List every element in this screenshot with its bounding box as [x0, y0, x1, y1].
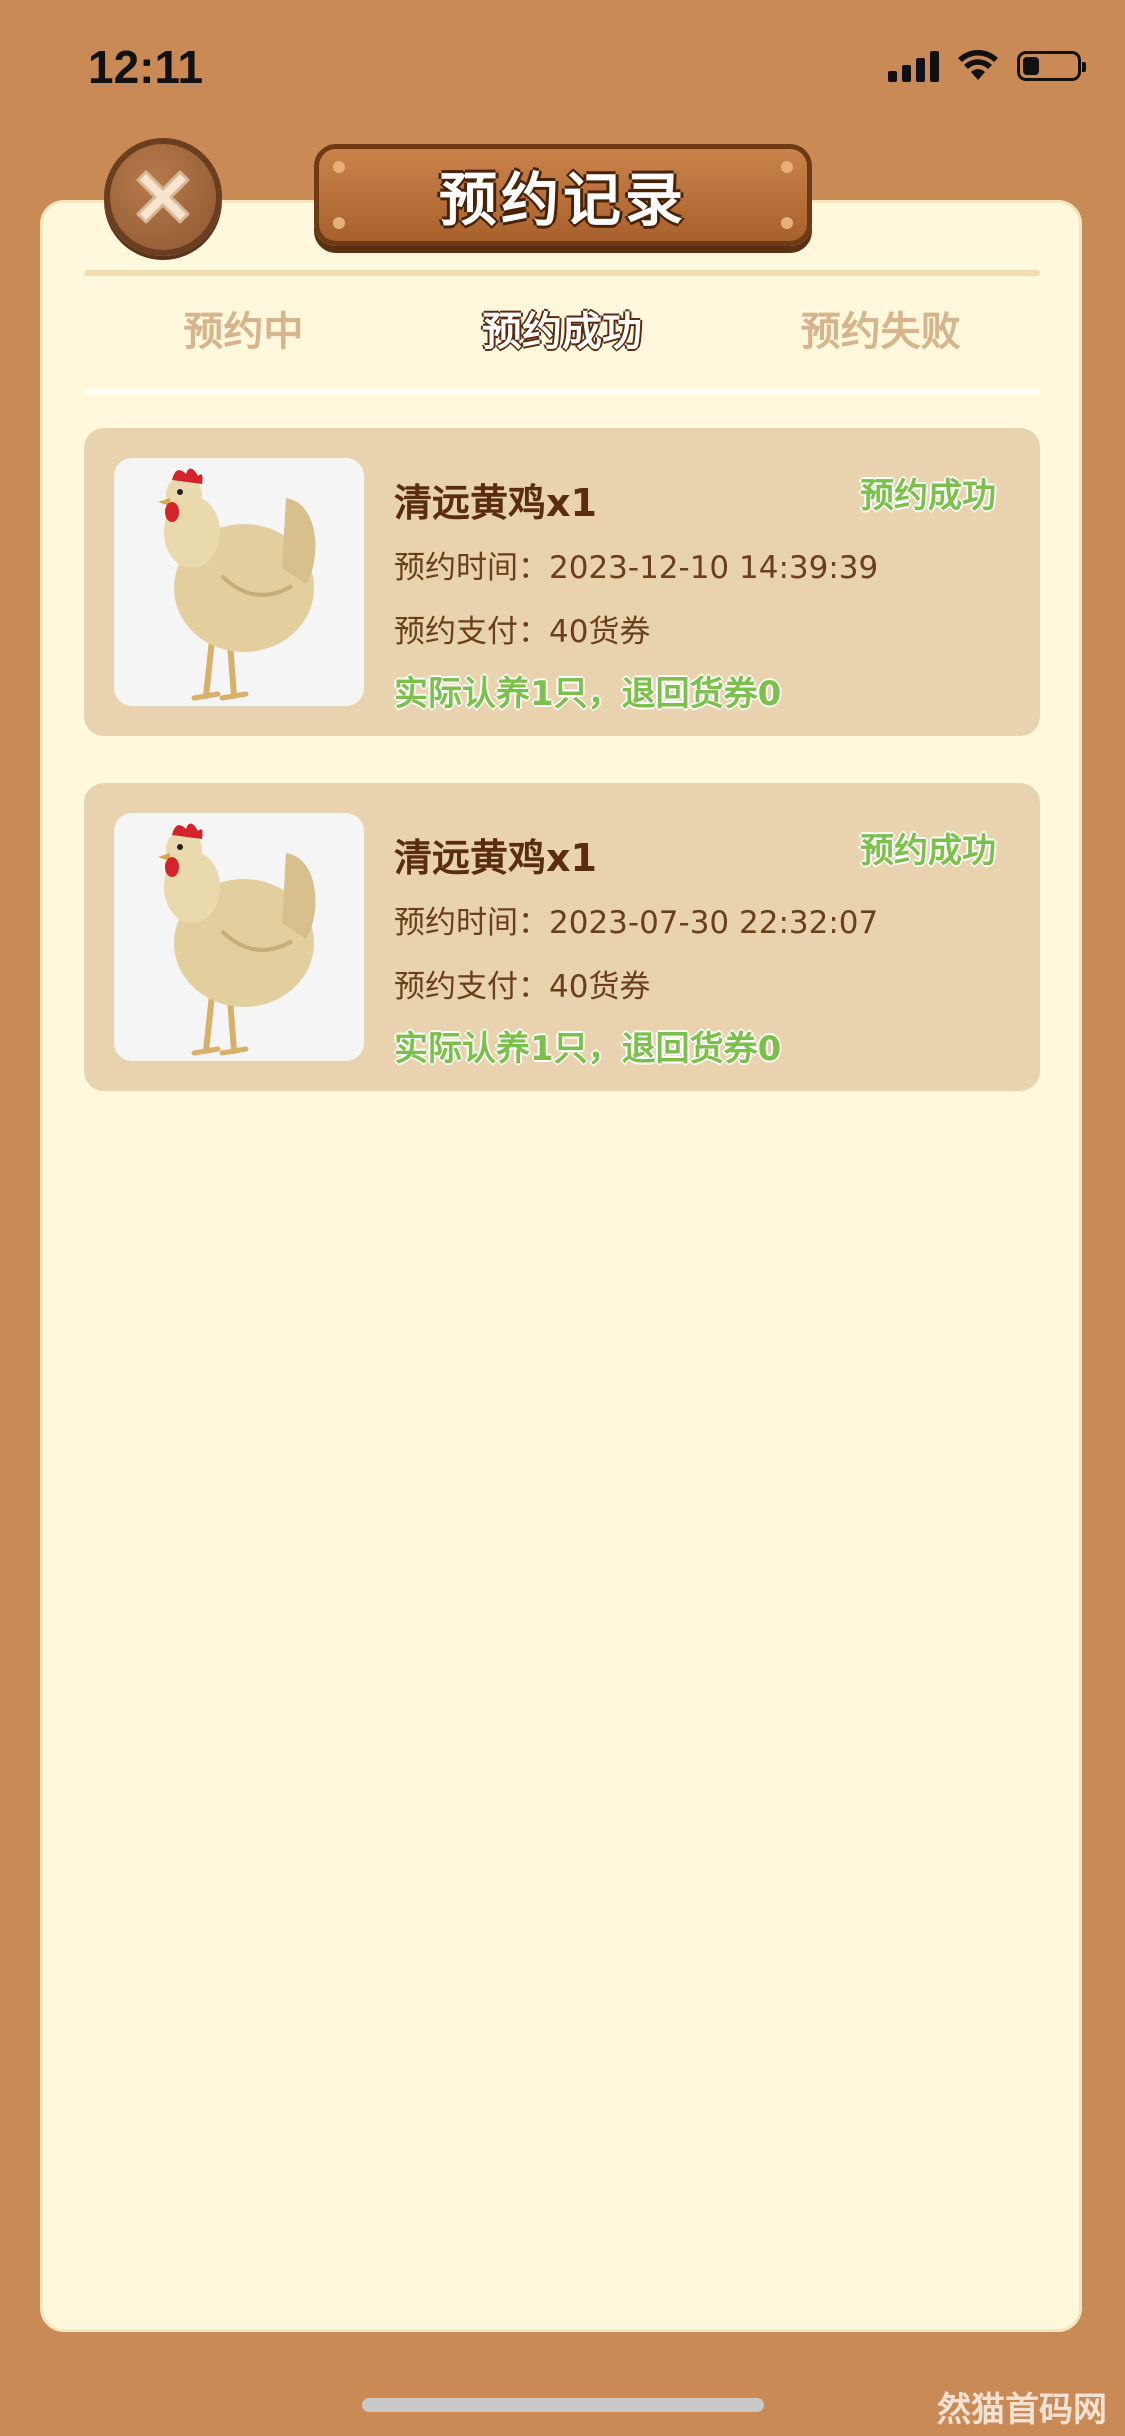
divider — [84, 270, 1040, 276]
record-pay-row: 预约支付：40货券 — [394, 606, 650, 651]
page-title: 预约记录 — [438, 166, 687, 234]
screen: 12:11 预约记录 预约中 预约成功 预约失败 清远黄鸡x1 预约成功 预约时… — [0, 0, 1125, 2436]
tabs-divider — [84, 390, 1040, 394]
record-time-value: 2023-07-30 22:32:07 — [549, 905, 879, 941]
battery-icon — [1017, 51, 1086, 81]
tab-success[interactable]: 预约成功 — [403, 292, 722, 372]
record-result: 实际认养1只，退回货券0 — [394, 674, 782, 714]
record-name: 清远黄鸡x1 — [394, 481, 597, 525]
wifi-icon — [958, 50, 998, 80]
record-card[interactable]: 清远黄鸡x1 预约成功 预约时间：2023-12-10 14:39:39 预约支… — [84, 428, 1040, 736]
tab-bar: 预约中 预约成功 预约失败 — [84, 292, 1040, 372]
record-pay-value: 40货券 — [549, 969, 651, 1005]
status-icons — [888, 50, 1086, 82]
record-pay-value: 40货券 — [549, 614, 651, 650]
record-status-badge: 预约成功 — [860, 831, 996, 871]
close-x-icon — [136, 170, 190, 224]
status-time: 12:11 — [88, 41, 204, 93]
record-pay-label: 预约支付： — [394, 614, 549, 650]
record-card[interactable]: 清远黄鸡x1 预约成功 预约时间：2023-07-30 22:32:07 预约支… — [84, 783, 1040, 1091]
record-pay-label: 预约支付： — [394, 969, 549, 1005]
tab-failed[interactable]: 预约失败 — [721, 292, 1040, 372]
close-button[interactable] — [104, 138, 222, 256]
home-indicator[interactable] — [362, 2398, 764, 2412]
record-status-badge: 预约成功 — [860, 476, 996, 516]
chicken-image — [114, 813, 364, 1061]
watermark: 然猫首码网 — [937, 2390, 1107, 2430]
record-name: 清远黄鸡x1 — [394, 836, 597, 880]
record-result: 实际认养1只，退回货券0 — [394, 1029, 782, 1069]
title-banner: 预约记录 — [314, 144, 812, 246]
record-time-row: 预约时间：2023-12-10 14:39:39 — [394, 542, 878, 587]
record-time-label: 预约时间： — [394, 905, 549, 941]
record-time-label: 预约时间： — [394, 550, 549, 586]
chicken-image — [114, 458, 364, 706]
record-time-row: 预约时间：2023-07-30 22:32:07 — [394, 897, 878, 942]
record-time-value: 2023-12-10 14:39:39 — [549, 550, 879, 586]
record-pay-row: 预约支付：40货券 — [394, 961, 650, 1006]
cellular-signal-icon — [888, 50, 939, 82]
tab-pending[interactable]: 预约中 — [84, 292, 403, 372]
